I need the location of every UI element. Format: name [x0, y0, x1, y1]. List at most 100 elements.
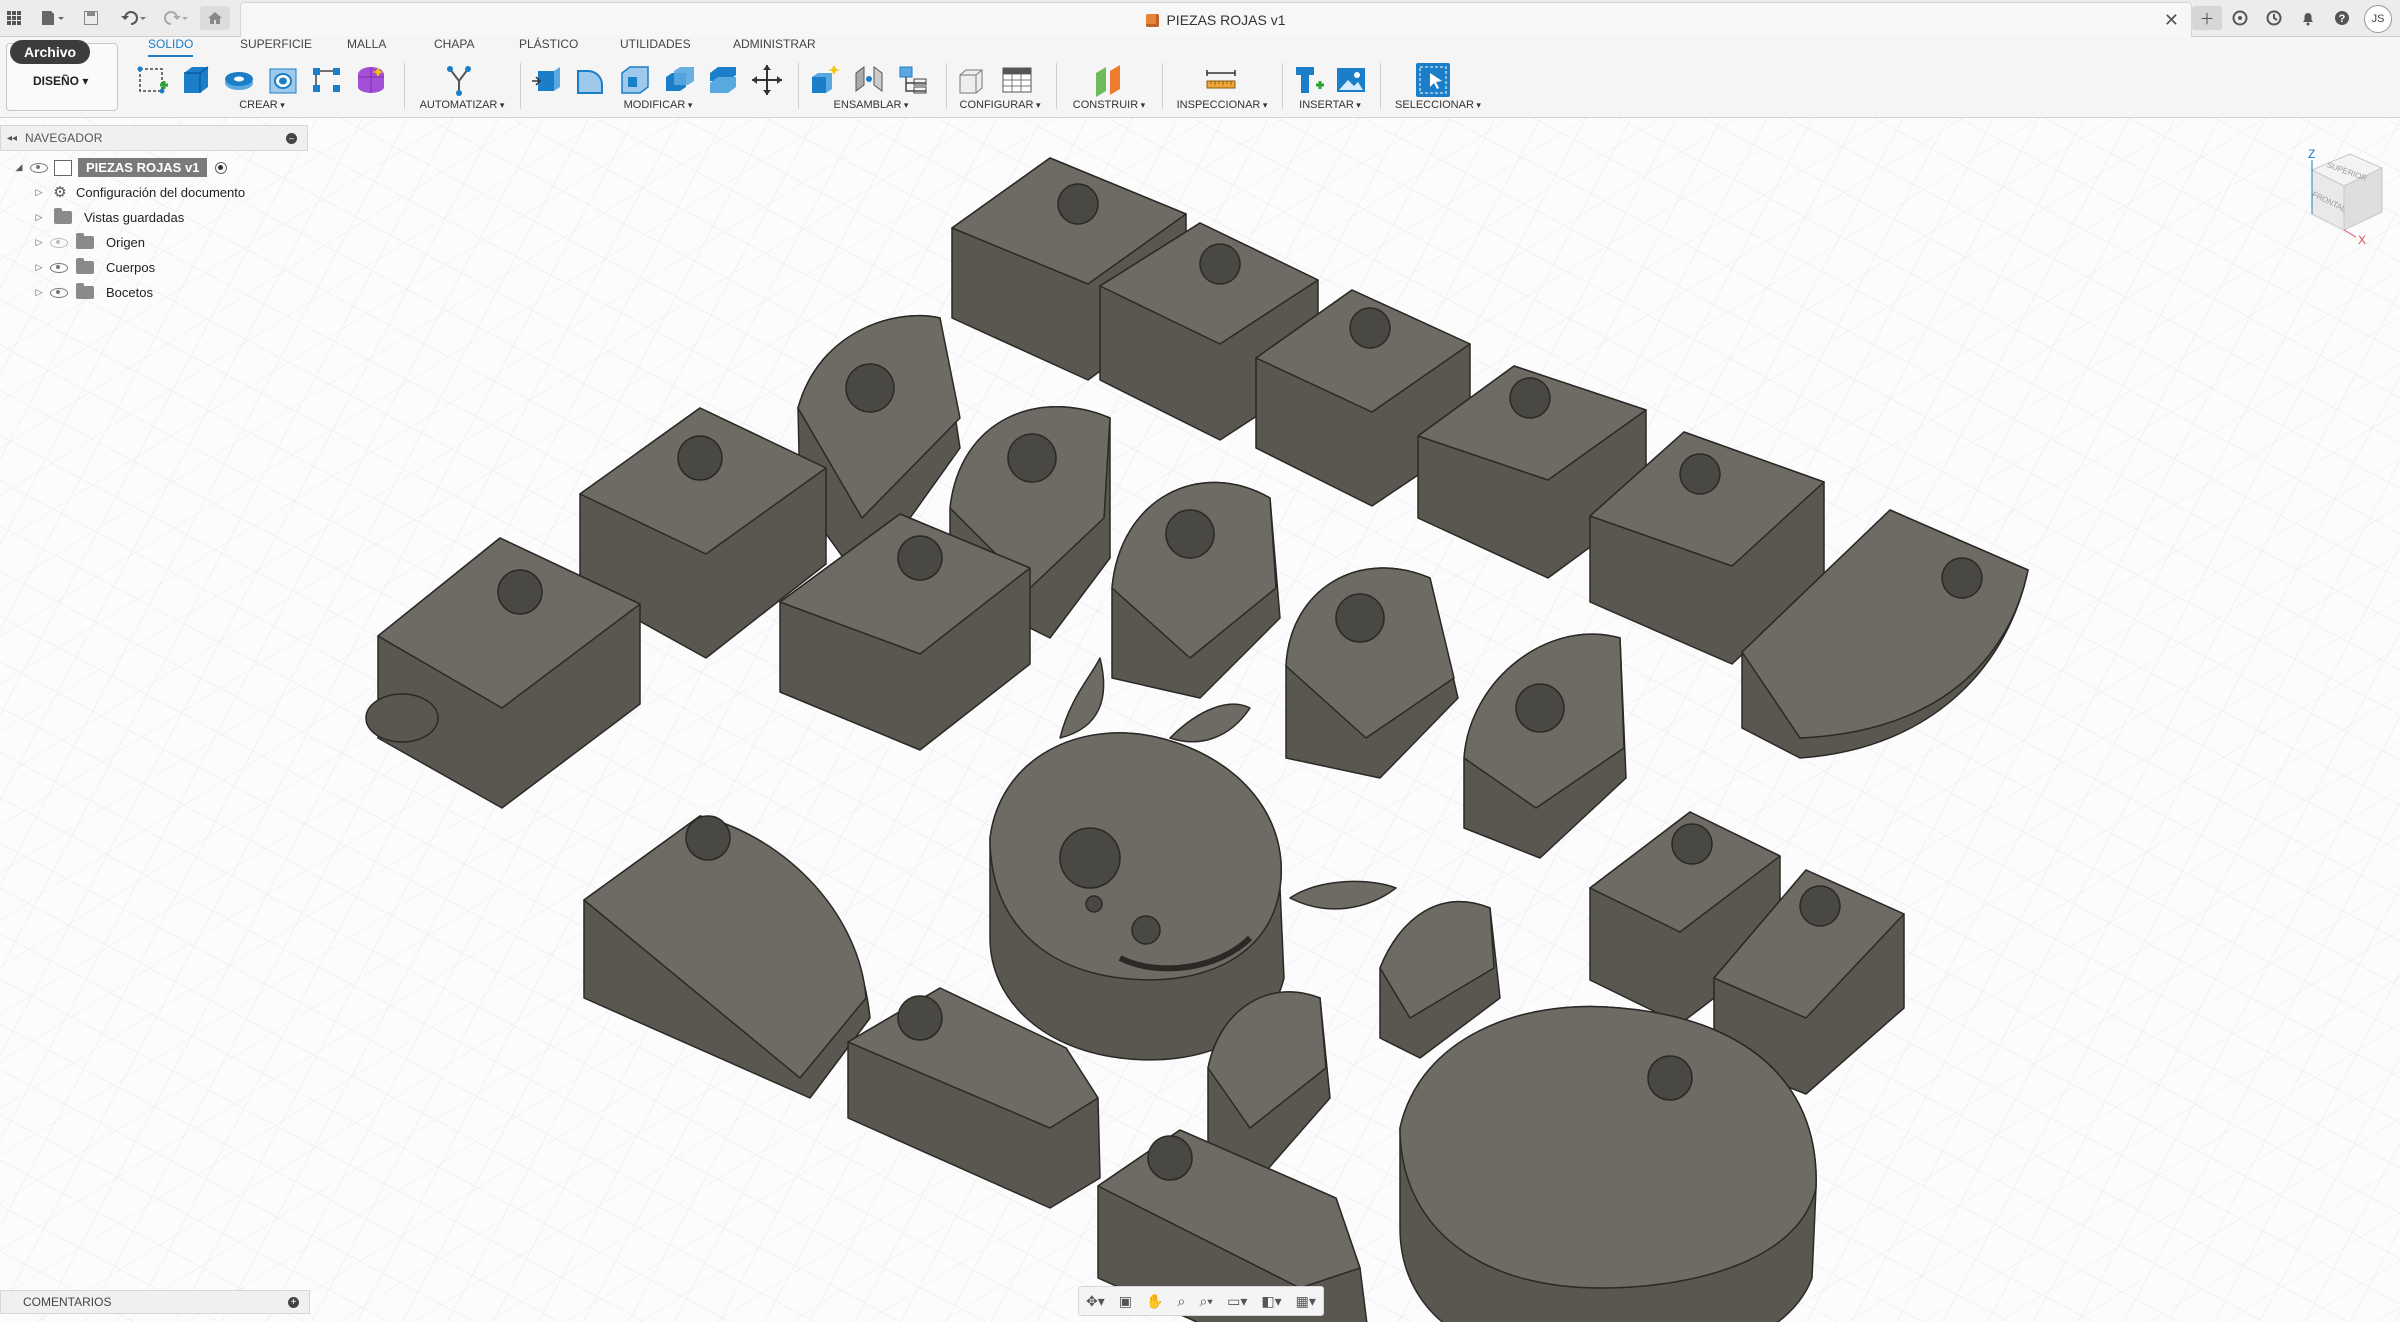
- help-icon[interactable]: ?: [2330, 6, 2354, 30]
- move-icon[interactable]: [750, 63, 784, 97]
- expand-arrow-icon[interactable]: ▷: [32, 187, 46, 198]
- undo-icon[interactable]: [116, 6, 152, 30]
- browser-item-saved-views[interactable]: ▷ Vistas guardadas: [0, 205, 308, 230]
- expand-arrow-icon[interactable]: ▷: [32, 212, 46, 223]
- title-bar: PIEZAS ROJAS v1 ✕ ＋ ? JS: [0, 0, 2400, 37]
- look-at-icon[interactable]: ▣: [1119, 1293, 1132, 1310]
- close-icon[interactable]: ✕: [2164, 10, 2179, 31]
- shell-icon[interactable]: [618, 63, 652, 97]
- select-group-label[interactable]: SELECCIONAR: [1388, 99, 1488, 111]
- file-menu-tooltip[interactable]: Archivo: [10, 40, 90, 64]
- browser-title: NAVEGADOR: [25, 131, 103, 145]
- tab-solido[interactable]: SOLIDO: [148, 37, 194, 57]
- tab-superficie[interactable]: SUPERFICIE: [240, 37, 312, 55]
- svg-text:?: ?: [2339, 13, 2346, 25]
- bill-of-materials-icon[interactable]: [896, 63, 930, 97]
- new-tab-icon[interactable]: ＋: [2192, 6, 2222, 30]
- 3d-viewport[interactable]: [0, 118, 2400, 1322]
- press-pull-icon[interactable]: [530, 63, 564, 97]
- file-icon[interactable]: [34, 6, 70, 30]
- hole-icon[interactable]: [266, 63, 300, 97]
- root-label[interactable]: PIEZAS ROJAS v1: [78, 158, 208, 177]
- automate-icon[interactable]: [442, 63, 476, 97]
- browser-item-document-settings[interactable]: ▷ ⚙ Configuración del documento: [0, 180, 308, 205]
- job-status-icon[interactable]: [2262, 6, 2286, 30]
- pattern-icon[interactable]: [310, 63, 344, 97]
- view-cube[interactable]: SUPERIOR FRONTAL Z X: [2290, 140, 2390, 250]
- grid-icon[interactable]: [4, 6, 24, 30]
- insert-derive-icon[interactable]: [1292, 63, 1326, 97]
- new-component-icon[interactable]: [808, 63, 842, 97]
- configure-icon[interactable]: [956, 63, 990, 97]
- visibility-eye-icon[interactable]: [30, 162, 48, 173]
- document-tab[interactable]: PIEZAS ROJAS v1 ✕: [240, 2, 2192, 37]
- measure-icon[interactable]: [1204, 63, 1238, 97]
- configuration-table-icon[interactable]: [1000, 63, 1034, 97]
- tab-administrar[interactable]: ADMINISTRAR: [733, 37, 816, 55]
- tab-chapa[interactable]: CHAPA: [434, 37, 474, 55]
- create-sketch-icon[interactable]: [136, 63, 170, 97]
- revolve-icon[interactable]: [222, 63, 256, 97]
- insert-group: INSERTAR: [1290, 59, 1370, 115]
- modify-group-label[interactable]: MODIFICAR: [528, 99, 788, 111]
- select-icon[interactable]: [1416, 63, 1450, 97]
- visibility-eye-icon[interactable]: [50, 237, 68, 248]
- combine-icon[interactable]: [662, 63, 696, 97]
- insert-canvas-icon[interactable]: [1334, 63, 1368, 97]
- collapse-arrow-icon[interactable]: ◢: [12, 162, 26, 173]
- browser-root-node[interactable]: ◢ PIEZAS ROJAS v1: [0, 155, 308, 180]
- pan-icon[interactable]: ✋: [1146, 1293, 1163, 1310]
- grid-settings-icon[interactable]: ▦▾: [1296, 1293, 1316, 1310]
- browser-item-origin[interactable]: ▷ Origen: [0, 230, 308, 255]
- document-cube-icon: [1146, 13, 1160, 27]
- offset-plane-icon[interactable]: [1092, 63, 1126, 97]
- zoom-icon[interactable]: ⌕: [1177, 1293, 1185, 1310]
- joint-icon[interactable]: [852, 63, 886, 97]
- minimize-icon[interactable]: –: [286, 132, 297, 144]
- visibility-eye-icon[interactable]: [50, 287, 68, 298]
- split-body-icon[interactable]: [706, 63, 740, 97]
- insert-group-label[interactable]: INSERTAR: [1290, 99, 1370, 111]
- select-group: SELECCIONAR: [1388, 59, 1488, 115]
- puzzle-piece[interactable]: [1399, 1005, 1817, 1322]
- tab-utilidades[interactable]: UTILIDADES: [620, 37, 691, 55]
- browser-item-sketches[interactable]: ▷ Bocetos: [0, 280, 308, 305]
- fit-icon[interactable]: ⌕▾: [1199, 1293, 1213, 1310]
- visibility-eye-icon[interactable]: [50, 262, 68, 273]
- folder-icon: [76, 233, 94, 249]
- expand-arrow-icon[interactable]: ▷: [32, 287, 46, 298]
- automate-group: AUTOMATIZAR: [412, 59, 512, 115]
- separator: [404, 63, 405, 109]
- collapse-panel-icon[interactable]: ◂◂: [7, 133, 23, 144]
- avatar[interactable]: JS: [2364, 5, 2392, 33]
- workspace-label: DISEÑO ▾: [33, 74, 89, 88]
- construct-group-label[interactable]: CONSTRUIR: [1064, 99, 1154, 111]
- save-icon[interactable]: [80, 6, 102, 30]
- notifications-icon[interactable]: [2296, 6, 2320, 30]
- assemble-group-label[interactable]: ENSAMBLAR: [806, 99, 936, 111]
- orbit-icon[interactable]: ✥▾: [1086, 1293, 1105, 1310]
- add-comment-icon[interactable]: +: [288, 1296, 299, 1308]
- expand-arrow-icon[interactable]: ▷: [32, 262, 46, 273]
- expand-arrow-icon[interactable]: ▷: [32, 237, 46, 248]
- extensions-icon[interactable]: [2228, 6, 2252, 30]
- fillet-icon[interactable]: [574, 63, 608, 97]
- redo-icon[interactable]: [158, 6, 194, 30]
- form-icon[interactable]: [354, 63, 388, 97]
- home-icon[interactable]: [200, 6, 230, 30]
- automate-group-label[interactable]: AUTOMATIZAR: [412, 99, 512, 111]
- axis-z-label: Z: [2308, 147, 2315, 161]
- display-settings-icon[interactable]: ▭▾: [1227, 1293, 1247, 1310]
- tab-malla[interactable]: MALLA: [347, 37, 386, 55]
- visual-style-icon[interactable]: ◧▾: [1261, 1293, 1281, 1310]
- activate-radio-icon[interactable]: [215, 161, 228, 174]
- extrude-icon[interactable]: [178, 63, 212, 97]
- inspect-group-label[interactable]: INSPECCIONAR: [1170, 99, 1274, 111]
- separator: [1282, 63, 1283, 109]
- folder-icon: [76, 283, 94, 299]
- create-group-label[interactable]: CREAR: [132, 99, 392, 111]
- tab-plastico[interactable]: PLÁSTICO: [519, 37, 578, 55]
- configure-group-label[interactable]: CONFIGURAR: [952, 99, 1048, 111]
- viewport-scene[interactable]: [0, 118, 2400, 1322]
- browser-item-bodies[interactable]: ▷ Cuerpos: [0, 255, 308, 280]
